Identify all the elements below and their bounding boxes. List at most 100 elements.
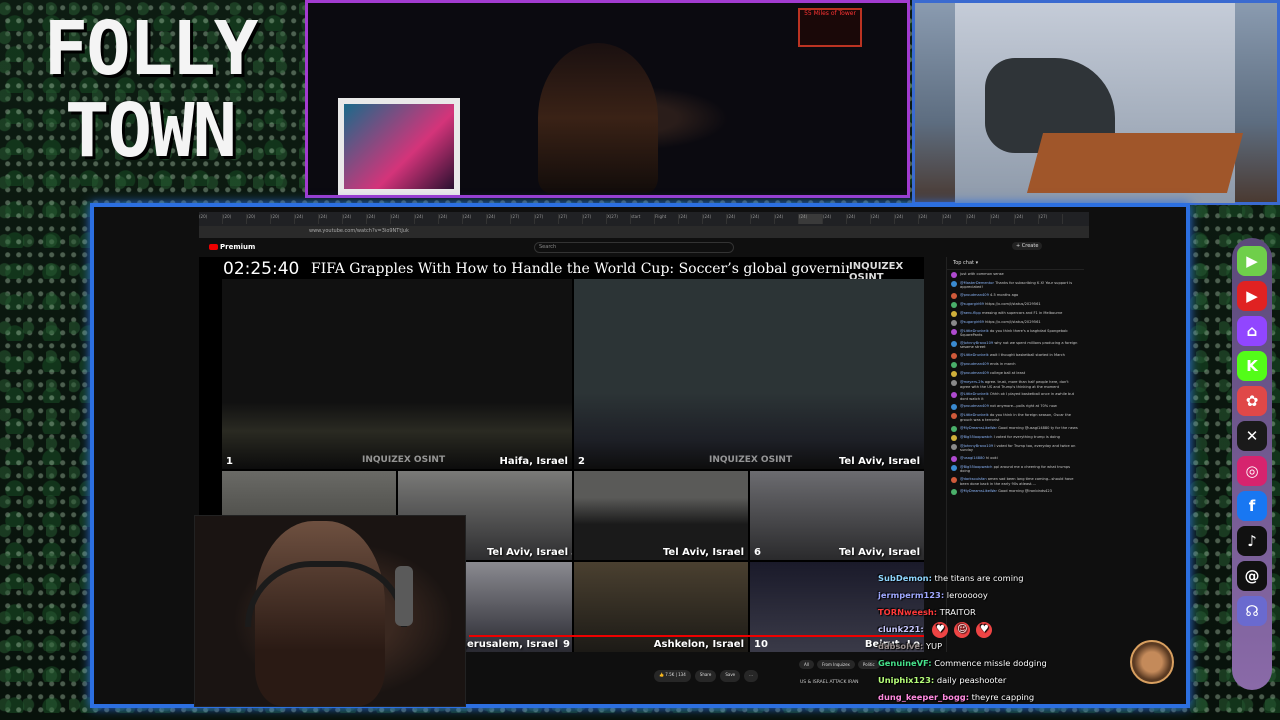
chat-avatar[interactable] [951,280,957,287]
chat-author[interactable]: @aero-flipp [960,311,981,315]
browser-tab[interactable]: (27) [559,214,583,224]
browser-tab[interactable]: Flight [655,214,679,224]
browser-tab[interactable]: (24) [415,214,439,224]
browser-tab[interactable]: (24) [967,214,991,224]
browser-tab[interactable]: (24) [367,214,391,224]
chat-avatar[interactable] [951,392,957,399]
chat-avatar[interactable] [951,455,957,462]
more-button[interactable]: ... [744,670,758,682]
rumble-icon[interactable]: ▶ [1237,246,1267,276]
like-button[interactable]: 👍 7.5K | 134 [654,670,691,682]
browser-tab[interactable]: (24) [1015,214,1039,224]
browser-tab[interactable]: (24) [751,214,775,224]
chat-author[interactable]: @usagi14880 [960,456,985,460]
browser-tab[interactable]: (24) [439,214,463,224]
browser-tab[interactable]: start [631,214,655,224]
chat-avatar[interactable] [951,434,957,441]
chat-avatar[interactable] [951,404,957,411]
browser-tab[interactable]: (24) [847,214,871,224]
chat-author[interactable]: @proudman409 [960,371,989,375]
chat-author[interactable]: @Big55loopwatch [960,435,992,439]
chat-author[interactable]: @LittleDrunkelk [960,413,989,417]
instagram-icon[interactable]: ◎ [1237,456,1267,486]
browser-tab[interactable]: (27) [535,214,559,224]
tiktok-icon[interactable]: ♪ [1237,526,1267,556]
browser-tab[interactable]: (24) [775,214,799,224]
browser-tabbar[interactable]: (20) (20) (20) (20) (24) (24) (24) (24) … [199,212,1089,226]
chat-author[interactable]: @Big55loopwatch [960,465,992,469]
chat-avatar[interactable] [951,271,957,278]
chat-author[interactable]: @JohnnyBravo109 [960,444,993,448]
create-button[interactable]: + Create [1012,242,1043,250]
chat-avatar[interactable] [951,489,957,496]
chat-author[interactable]: @LittleDrunkelk [960,353,989,357]
x-icon[interactable]: ✕ [1237,421,1267,451]
filter-chip-all[interactable]: All [799,660,814,669]
headset-icon[interactable]: ☊ [1237,596,1267,626]
url-text[interactable]: www.youtube.com/watch?v=3io9NTtJuk [309,228,409,234]
browser-tab[interactable]: (24) [991,214,1015,224]
browser-tab[interactable]: (24) [799,214,823,224]
browser-tab[interactable]: (20) [247,214,271,224]
chat-avatar[interactable] [951,413,957,420]
browser-tab[interactable]: X(27) [607,214,631,224]
camera-cell-2[interactable]: INQUIZEX OSINT 2 Tel Aviv, Israel [574,279,924,469]
browser-tab[interactable]: (24) [319,214,343,224]
twitch-icon[interactable]: ⌂ [1237,316,1267,346]
browser-tab[interactable]: (24) [703,214,727,224]
browser-tab[interactable]: (24) [343,214,367,224]
chat-avatar[interactable] [951,380,957,387]
chat-author[interactable]: @proudman409 [960,293,989,297]
share-button[interactable]: Share [694,670,717,682]
chat-author[interactable]: @LittleDrunkelk [960,392,989,396]
browser-tab[interactable]: (24) [727,214,751,224]
chat-avatar[interactable] [951,319,957,326]
chat-author[interactable]: @darksoulsfan [960,477,987,481]
youtube-icon[interactable]: ▶ [1237,281,1267,311]
browser-tab[interactable]: (24) [919,214,943,224]
chat-author[interactable]: @LittleDrunkelk [960,329,989,333]
camera-cell-6[interactable]: 6 Tel Aviv, Israel [750,471,924,560]
browser-tab[interactable]: (24) [871,214,895,224]
video-progress-bar[interactable] [469,635,924,637]
chat-avatar[interactable] [951,328,957,335]
browser-tab[interactable]: (24) [943,214,967,224]
camera-cell-1[interactable]: INQUIZEX OSINT 1 Haifa, Israel [222,279,572,469]
chat-avatar[interactable] [951,353,957,360]
chat-author[interactable]: @proudman409 [960,404,989,408]
browser-tab[interactable]: (27) [1039,214,1063,224]
bluesky-icon[interactable]: ✿ [1237,386,1267,416]
facebook-icon[interactable]: f [1237,491,1267,521]
filter-chip-politic[interactable]: Politic [857,660,880,669]
filter-chip-from-inquizex[interactable]: From Inquizex [816,660,855,669]
chat-author[interactable]: @sugargirl69 [960,320,984,324]
browser-tab[interactable]: (24) [679,214,703,224]
browser-tab[interactable]: (24) [487,214,511,224]
camera-cell-8[interactable]: Ashkelon, Israel [574,562,748,652]
chat-avatar[interactable] [951,477,957,483]
browser-tab[interactable]: (24) [823,214,847,224]
browser-tab[interactable]: (20) [223,214,247,224]
browser-tab[interactable]: (27) [583,214,607,224]
browser-tab[interactable]: (20) [271,214,295,224]
camera-cell-5[interactable]: Tel Aviv, Israel [574,471,748,560]
related-video-title[interactable]: US & ISRAEL ATTACK IRAN [800,680,859,685]
chat-avatar[interactable] [951,371,957,378]
youtube-logo[interactable]: Premium [209,243,255,251]
browser-tab[interactable]: (20) [199,214,223,224]
kick-icon[interactable]: K [1237,351,1267,381]
browser-tab[interactable]: (24) [895,214,919,224]
chat-author[interactable]: @JohnnyBravo109 [960,341,993,345]
chat-avatar[interactable] [951,362,957,369]
browser-tab[interactable]: (24) [463,214,487,224]
chat-header[interactable]: Top chat ▾ [947,257,1084,270]
chat-avatar[interactable] [951,310,957,317]
chat-avatar[interactable] [951,340,957,347]
browser-tab[interactable]: (24) [295,214,319,224]
browser-tab[interactable]: (24) [391,214,415,224]
browser-tab[interactable]: (27) [511,214,535,224]
chat-author[interactable]: @MyDreamsLikeWar [960,426,997,430]
save-button[interactable]: Save [720,670,741,682]
chat-author[interactable]: @MasterDementor [960,281,994,285]
chat-avatar[interactable] [951,464,957,471]
